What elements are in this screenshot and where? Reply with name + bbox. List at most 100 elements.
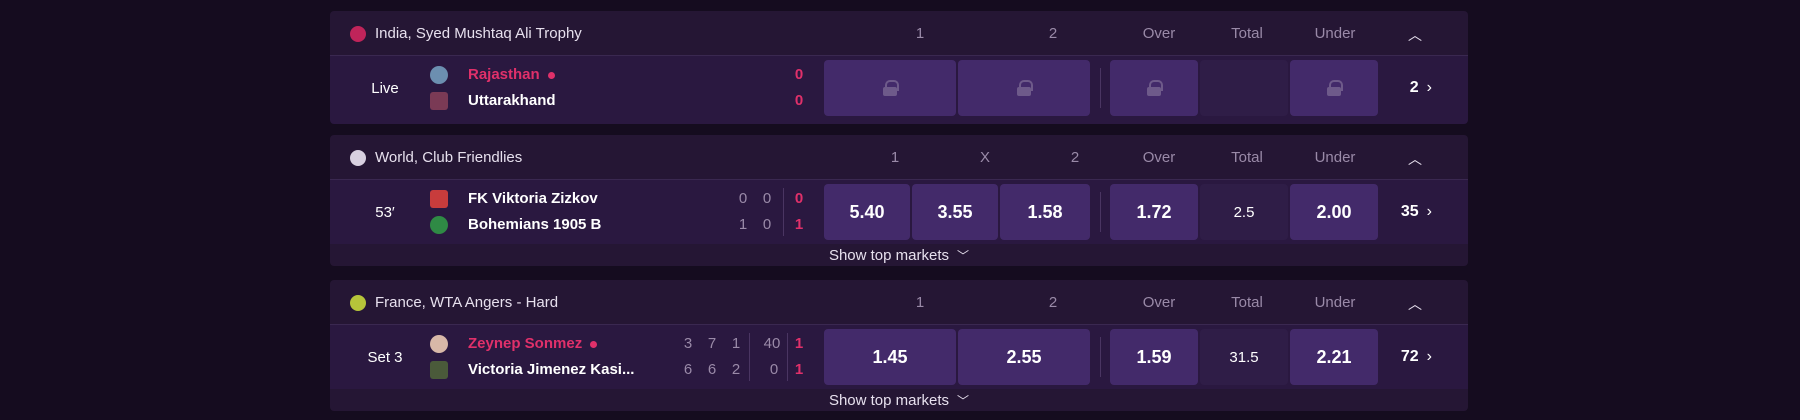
column-header-total: Total <box>1231 294 1263 311</box>
lock-icon <box>883 80 899 96</box>
away-set-score: 6 <box>683 361 693 378</box>
soccer-ball-icon <box>350 150 366 166</box>
event-card-soccer: World, Club Friendlies 1 X 2 Over Total … <box>330 135 1468 266</box>
odd-button-2[interactable]: 1.58 <box>1000 184 1090 240</box>
odd-button-under[interactable]: 2.21 <box>1290 329 1378 385</box>
column-header-1: 1 <box>915 25 925 42</box>
show-top-markets-button[interactable]: Show top markets ﹀ <box>330 389 1468 411</box>
team-logo-icon <box>430 190 448 208</box>
column-header-1: 1 <box>915 294 925 311</box>
odd-button-over[interactable]: 1.72 <box>1110 184 1198 240</box>
match-status: 53′ <box>375 203 395 221</box>
score-divider <box>783 188 784 236</box>
chevron-right-icon: › <box>1426 79 1432 96</box>
total-line-cell: 2.5 <box>1200 184 1288 240</box>
team-logo-icon <box>430 216 448 234</box>
away-team-name: Bohemians 1905 B <box>468 216 602 233</box>
column-header-over: Over <box>1142 149 1176 166</box>
odd-button-1-locked[interactable] <box>824 60 956 116</box>
column-header-total: Total <box>1231 149 1263 166</box>
card-bottom <box>330 120 1468 124</box>
lock-icon <box>1147 80 1163 96</box>
column-header-1: 1 <box>890 149 900 166</box>
column-header-2: 2 <box>1048 294 1058 311</box>
odd-button-1[interactable]: 5.40 <box>824 184 910 240</box>
chevron-down-icon: ﹀ <box>957 393 970 408</box>
chevron-right-icon: › <box>1426 203 1432 220</box>
chevron-right-icon: › <box>1426 348 1432 365</box>
lock-icon <box>1327 80 1343 96</box>
show-top-markets-label: Show top markets <box>828 391 950 409</box>
home-team-name: Rajasthan <box>468 66 555 83</box>
more-markets-link[interactable]: 72 › <box>1401 325 1432 389</box>
team-logo-icon <box>430 66 448 84</box>
serving-indicator-icon <box>547 71 555 79</box>
total-line-cell <box>1200 60 1288 116</box>
collapse-chevron-icon[interactable]: ︿ <box>1400 25 1430 45</box>
total-line-cell: 31.5 <box>1200 329 1288 385</box>
column-header-2: 2 <box>1070 149 1080 166</box>
chevron-down-icon: ﹀ <box>957 248 970 263</box>
home-score-period: 0 <box>762 190 772 207</box>
event-row[interactable]: 53′ FK Viktoria Zizkov Bohemians 1905 B … <box>330 180 1468 244</box>
away-score: 1 <box>794 216 804 233</box>
odd-button-over-locked[interactable] <box>1110 60 1198 116</box>
away-score: 0 <box>794 92 804 109</box>
more-markets-link[interactable]: 2 › <box>1410 56 1432 120</box>
home-sets-won: 1 <box>794 335 804 352</box>
serving-indicator-icon <box>590 340 598 348</box>
event-header: India, Syed Mushtaq Ali Trophy 1 2 Over … <box>330 11 1468 56</box>
home-player-name: Zeynep Sonmez <box>468 335 598 352</box>
odd-button-over[interactable]: 1.59 <box>1110 329 1198 385</box>
player-avatar-icon <box>430 335 448 353</box>
column-header-2: 2 <box>1048 25 1058 42</box>
tennis-ball-icon <box>350 295 366 311</box>
collapse-chevron-icon[interactable]: ︿ <box>1400 294 1430 314</box>
show-top-markets-button[interactable]: Show top markets ﹀ <box>330 244 1468 266</box>
away-set-score: 2 <box>731 361 741 378</box>
league-name: India, Syed Mushtaq Ali Trophy <box>375 25 582 42</box>
odd-button-1[interactable]: 1.45 <box>824 329 956 385</box>
score-divider <box>749 333 750 381</box>
collapse-chevron-icon[interactable]: ︿ <box>1400 149 1430 169</box>
away-score-period: 0 <box>762 216 772 233</box>
match-status: Set 3 <box>367 348 403 366</box>
event-row[interactable]: Set 3 Zeynep Sonmez Victoria Jimenez Kas… <box>330 325 1468 389</box>
away-sets-won: 1 <box>794 361 804 378</box>
away-set-score: 6 <box>707 361 717 378</box>
home-set-score: 3 <box>683 335 693 352</box>
event-header: France, WTA Angers - Hard 1 2 Over Total… <box>330 280 1468 325</box>
away-team-name: Uttarakhand <box>468 92 556 109</box>
column-header-over: Over <box>1142 25 1176 42</box>
odds-divider <box>1100 68 1101 108</box>
event-row[interactable]: Live Rajasthan Uttarakhand 0 0 2 › <box>330 56 1468 120</box>
event-card-cricket: India, Syed Mushtaq Ali Trophy 1 2 Over … <box>330 11 1468 124</box>
cricket-ball-icon <box>350 26 366 42</box>
odd-button-under[interactable]: 2.00 <box>1290 184 1378 240</box>
score-divider <box>787 333 788 381</box>
event-card-tennis: France, WTA Angers - Hard 1 2 Over Total… <box>330 280 1468 411</box>
player-avatar-icon <box>430 361 448 379</box>
team-logo-icon <box>430 92 448 110</box>
column-header-x: X <box>979 149 990 166</box>
home-set-score: 1 <box>731 335 741 352</box>
away-game-points: 0 <box>769 361 779 378</box>
home-set-score: 7 <box>707 335 717 352</box>
column-header-under: Under <box>1314 294 1356 311</box>
home-score: 0 <box>794 66 804 83</box>
odd-button-x[interactable]: 3.55 <box>912 184 998 240</box>
odd-button-2[interactable]: 2.55 <box>958 329 1090 385</box>
odd-button-2-locked[interactable] <box>958 60 1090 116</box>
column-header-under: Under <box>1314 25 1356 42</box>
league-name: France, WTA Angers - Hard <box>375 294 559 311</box>
odds-divider <box>1100 192 1101 232</box>
away-player-name: Victoria Jimenez Kasi... <box>468 361 635 378</box>
more-markets-link[interactable]: 35 › <box>1401 180 1432 244</box>
league-name: World, Club Friendlies <box>375 149 523 166</box>
column-header-over: Over <box>1142 294 1176 311</box>
lock-icon <box>1017 80 1033 96</box>
show-top-markets-label: Show top markets <box>828 246 950 264</box>
odds-divider <box>1100 337 1101 377</box>
home-game-points: 40 <box>763 335 781 352</box>
odd-button-under-locked[interactable] <box>1290 60 1378 116</box>
